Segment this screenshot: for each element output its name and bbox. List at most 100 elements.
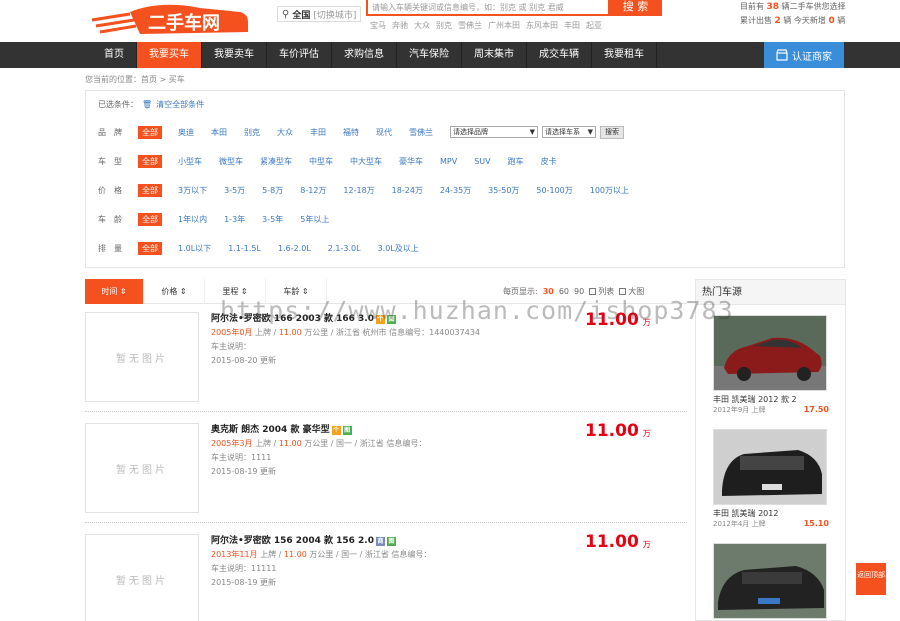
listing-item[interactable]: 暂无图片 奥克斯 朗杰 2004 款 豪华型个图 2005年3月 上牌 / 11… [85,419,687,523]
filter-option[interactable]: SUV [474,157,490,166]
filter-all-displacement[interactable]: 全部 [138,241,162,255]
hot-brand-link[interactable]: 大众 [414,20,430,31]
filter-all-price[interactable]: 全部 [138,183,162,197]
hot-brand-link[interactable]: 丰田 [564,20,580,31]
filter-option[interactable]: 1.0L以下 [178,243,211,254]
filter-option[interactable]: 1年以内 [178,214,207,225]
filter-option[interactable]: 3-5年 [262,214,283,225]
filter-option[interactable]: 35-50万 [488,185,519,196]
filter-option[interactable]: 皮卡 [541,156,557,167]
hot-car-card[interactable]: 丰田 凯美瑞 2012 2012年4月 上牌 15.10 [713,429,829,529]
filter-option[interactable]: 5-8万 [262,185,283,196]
filter-option[interactable]: 中大型车 [350,156,382,167]
listing-thumbnail[interactable]: 暂无图片 [85,534,199,621]
series-select[interactable]: 请选择车系 ▼ [542,126,596,138]
nav-item-weekend-market[interactable]: 周末集市 [462,42,527,68]
filter-option[interactable]: 紧凑型车 [260,156,292,167]
filter-option[interactable]: 18-24万 [392,185,423,196]
filter-option[interactable]: 1.6-2.0L [278,244,311,253]
filter-option[interactable]: 大众 [277,127,293,138]
sort-by-age[interactable]: 车龄 ⇕ [266,279,327,304]
filter-option[interactable]: 3万以下 [178,185,207,196]
filter-option[interactable]: 1-3年 [224,214,245,225]
filter-option[interactable]: 小型车 [178,156,202,167]
per-page-option[interactable]: 30 [543,287,554,296]
hot-brand-link[interactable]: 别克 [436,20,452,31]
listing-thumbnail[interactable]: 暂无图片 [85,312,199,402]
filter-option[interactable]: 别克 [244,127,260,138]
listing-title[interactable]: 阿尔法•罗密欧 166 2003 款 166 3.0 个图 [211,312,480,326]
filter-option[interactable]: 50-100万 [536,185,572,196]
filter-option[interactable]: 1.1-1.5L [228,244,261,253]
filter-all-brand[interactable]: 全部 [138,125,162,139]
city-switch-link[interactable]: [切换城市] [313,8,356,21]
filter-option[interactable]: 微型车 [219,156,243,167]
hot-brand-link[interactable]: 雪佛兰 [458,20,482,31]
hot-car-card[interactable] [713,543,829,619]
filter-search-button[interactable]: 搜索 [600,125,624,139]
filter-option[interactable]: 8-12万 [300,185,326,196]
listing-title[interactable]: 奥克斯 朗杰 2004 款 豪华型个图 [211,423,426,437]
nav-item-wanted[interactable]: 求购信息 [332,42,397,68]
listing-item[interactable]: 暂无图片 阿尔法•罗密欧 156 2004 款 156 2.0 商图 2013年1… [85,530,687,621]
filter-option[interactable]: 12-18万 [343,185,374,196]
hot-car-photo[interactable] [713,543,827,619]
nav-item-rent[interactable]: 我要租车 [592,42,657,68]
per-page-option[interactable]: 90 [574,287,584,296]
hot-car-photo[interactable] [713,429,827,505]
sort-arrows-icon: ⇕ [119,287,127,296]
hot-brand-link[interactable]: 东风本田 [526,20,558,31]
filter-option[interactable]: 豪华车 [399,156,423,167]
sort-by-mileage[interactable]: 里程 ⇕ [205,279,266,304]
hot-car-card[interactable]: 丰田 凯美瑞 2012 款 2 2012年9月 上牌 17.50 [713,315,829,415]
city-selector[interactable]: ⚲ 全国 [切换城市] [277,6,362,22]
hot-brand-link[interactable]: 广州本田 [488,20,520,31]
filter-option[interactable]: MPV [440,157,457,166]
nav-item-home[interactable]: 首页 [92,42,137,68]
clear-all-conditions-link[interactable]: 清空全部条件 [156,99,204,110]
stats-line-2: 累计出售 2 辆 今天新增 0 辆 [740,16,846,26]
filter-all-type[interactable]: 全部 [138,154,162,168]
search-button[interactable]: 搜 索 [609,0,662,16]
site-logo[interactable]: 二手车网 [90,2,250,38]
brand-select[interactable]: 请选择品牌 ▼ [450,126,538,138]
nav-item-insurance[interactable]: 汽车保险 [397,42,462,68]
filter-option[interactable]: 雪佛兰 [409,127,433,138]
sort-by-price[interactable]: 价格 ⇕ [144,279,205,304]
hot-brand-link[interactable]: 起亚 [586,20,602,31]
nav-item-sell[interactable]: 我要卖车 [202,42,267,68]
back-to-top-button[interactable]: 返回顶部 [856,563,886,595]
list-view-button[interactable]: 列表 [589,286,614,297]
filter-option[interactable]: 2.1-3.0L [328,244,361,253]
hot-car-photo[interactable] [713,315,827,391]
filter-all-age[interactable]: 全部 [138,212,162,226]
hot-brand-link[interactable]: 宝马 [370,20,386,31]
filter-option[interactable]: 100万以上 [590,185,629,196]
site-stats: 目前有 38 辆二手车供您选择 累计出售 2 辆 今天新增 0 辆 [740,0,846,28]
filter-option[interactable]: 丰田 [310,127,326,138]
filter-option[interactable]: 3.0L及以上 [378,243,419,254]
filter-option[interactable]: 24-35万 [440,185,471,196]
nav-item-buy[interactable]: 我要买车 [137,42,202,68]
listing-thumbnail[interactable]: 暂无图片 [85,423,199,513]
filter-option[interactable]: 本田 [211,127,227,138]
nav-item-sold[interactable]: 成交车辆 [527,42,592,68]
listing-title[interactable]: 阿尔法•罗密欧 156 2004 款 156 2.0 商图 [211,534,431,548]
hot-brand-link[interactable]: 奔驰 [392,20,408,31]
nav-item-valuation[interactable]: 车价评估 [267,42,332,68]
grid-view-button[interactable]: 大图 [619,286,644,297]
hot-car-name[interactable]: 丰田 凯美瑞 2012 款 2 [713,394,829,405]
sort-by-time[interactable]: 时间 ⇕ [85,279,144,304]
hot-car-name[interactable]: 丰田 凯美瑞 2012 [713,508,829,519]
certified-dealer-button[interactable]: 认证商家 [764,42,844,68]
filter-option[interactable]: 中型车 [309,156,333,167]
filter-option[interactable]: 福特 [343,127,359,138]
filter-option[interactable]: 现代 [376,127,392,138]
filter-option[interactable]: 3-5万 [224,185,245,196]
search-input[interactable]: 请输入车辆关键词或信息编号，如：别克 或 别克 君威 [366,0,610,16]
listing-item[interactable]: 暂无图片 阿尔法•罗密欧 166 2003 款 166 3.0 个图 2005年0… [85,308,687,412]
filter-option[interactable]: 奥迪 [178,127,194,138]
per-page-option[interactable]: 60 [559,287,569,296]
filter-option[interactable]: 5年以上 [300,214,329,225]
filter-option[interactable]: 跑车 [508,156,524,167]
